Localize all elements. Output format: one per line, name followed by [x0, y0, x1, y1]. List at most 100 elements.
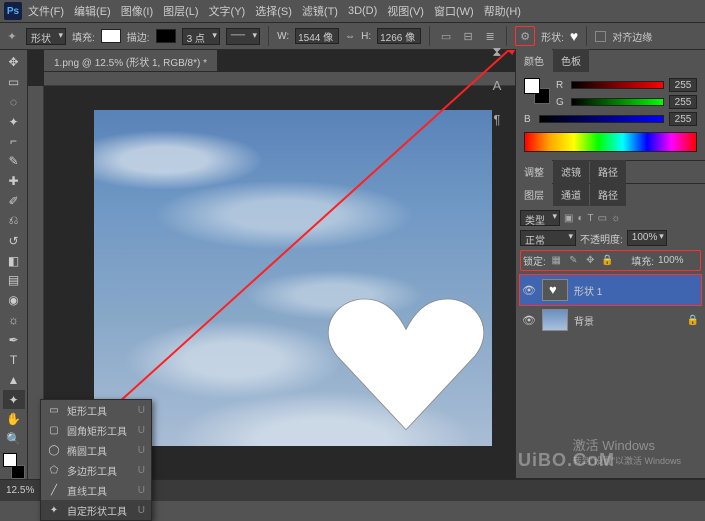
brush-tool[interactable]: ✐ — [3, 191, 25, 211]
dodge-tool[interactable]: ☼ — [3, 310, 25, 330]
fill-swatch[interactable] — [101, 29, 121, 43]
tab-libs[interactable]: 滤镜 — [553, 160, 589, 183]
height-input[interactable] — [377, 28, 421, 44]
layer-thumb[interactable] — [542, 279, 568, 301]
layer-shape1[interactable]: 👁 形状 1 — [520, 275, 701, 305]
lock-all-icon[interactable]: 🔒 — [601, 254, 614, 267]
menu-select[interactable]: 选择(S) — [255, 3, 292, 19]
align-icon[interactable]: ⊟ — [460, 28, 476, 44]
link-wh-icon[interactable]: ⇔ — [345, 31, 355, 42]
panels: 颜色 色板 R255 G255 B255 调整 滤镜 路径 图层 通道 路径 — [515, 50, 705, 479]
stroke-type-dropdown[interactable]: ── — [226, 28, 260, 45]
layer-thumb[interactable] — [542, 309, 568, 331]
blur-tool[interactable]: ◉ — [3, 290, 25, 310]
flyout-poly[interactable]: ⬠多边形工具U — [41, 460, 151, 480]
shape-tool[interactable]: ✦ — [3, 390, 25, 410]
zoom-value[interactable]: 12.5% — [6, 485, 34, 496]
para-panel-icon[interactable]: ¶ — [487, 112, 507, 132]
flyout-rect[interactable]: ▭矩形工具U — [41, 400, 151, 420]
tab-paths[interactable]: 路径 — [590, 160, 626, 183]
custom-shape-tool-icon: ✦ — [4, 28, 20, 44]
flyout-line[interactable]: ╱直线工具U — [41, 480, 151, 500]
menu-filter[interactable]: 滤镜(T) — [302, 3, 338, 19]
layer-kind-dropdown[interactable]: 类型 — [520, 210, 560, 226]
eraser-tool[interactable]: ◧ — [3, 251, 25, 271]
lock-paint-icon[interactable]: ✎ — [567, 254, 580, 267]
path-select-tool[interactable]: ▲ — [3, 370, 25, 390]
eye-icon[interactable]: 👁 — [522, 284, 536, 297]
panel-fgbg[interactable] — [524, 78, 550, 104]
mode-dropdown[interactable]: 形状 — [26, 28, 66, 45]
stroke-swatch[interactable] — [156, 29, 176, 43]
eyedropper-tool[interactable]: ✎ — [3, 151, 25, 171]
tab-layers[interactable]: 图层 — [516, 183, 552, 206]
canvas-image[interactable] — [94, 110, 492, 446]
tab-swatches[interactable]: 色板 — [553, 49, 589, 72]
flyout-rrect[interactable]: ▢圆角矩形工具U — [41, 420, 151, 440]
blend-mode-dropdown[interactable]: 正常 — [520, 230, 576, 246]
menu-window[interactable]: 窗口(W) — [434, 3, 474, 19]
g-value[interactable]: 255 — [669, 95, 697, 109]
crop-tool[interactable]: ⌐ — [3, 131, 25, 151]
lasso-tool[interactable]: ◌ — [3, 92, 25, 112]
tab-channels[interactable]: 通道 — [553, 183, 589, 206]
fill-label: 填充: — [631, 253, 654, 268]
menu-3d[interactable]: 3D(D) — [348, 5, 377, 17]
opacity-dropdown[interactable]: 100% — [627, 230, 667, 246]
g-label: G — [556, 97, 566, 108]
wand-tool[interactable]: ✦ — [3, 112, 25, 132]
menu-layer[interactable]: 图层(L) — [163, 3, 198, 19]
color-panel: 颜色 色板 R255 G255 B255 — [516, 50, 705, 161]
path-ops-icon[interactable]: ▭ — [438, 28, 454, 44]
ruler-horizontal — [44, 72, 515, 86]
color-picker[interactable] — [3, 453, 25, 479]
marquee-tool[interactable]: ▭ — [3, 72, 25, 92]
b-value[interactable]: 255 — [669, 112, 697, 126]
r-slider[interactable] — [571, 81, 664, 89]
b-slider[interactable] — [539, 115, 664, 123]
tab-color[interactable]: 颜色 — [516, 49, 552, 72]
layer-name: 背景 — [574, 313, 594, 328]
tab-adjust[interactable]: 调整 — [516, 160, 552, 183]
layer-name: 形状 1 — [574, 283, 602, 298]
stamp-tool[interactable]: ⎌ — [3, 211, 25, 231]
gradient-tool[interactable]: ▤ — [3, 270, 25, 290]
flyout-ellipse[interactable]: ◯椭圆工具U — [41, 440, 151, 460]
stroke-width-dropdown[interactable]: 3 点 — [182, 28, 220, 45]
menu-type[interactable]: 文字(Y) — [209, 3, 246, 19]
history-brush-tool[interactable]: ↺ — [3, 231, 25, 251]
arrange-icon[interactable]: ≣ — [482, 28, 498, 44]
layer-background[interactable]: 👁 背景 🔒 — [520, 305, 701, 335]
menu-file[interactable]: 文件(F) — [28, 3, 64, 19]
eye-icon[interactable]: 👁 — [522, 314, 536, 327]
color-spectrum[interactable] — [524, 132, 697, 152]
fill-dropdown[interactable]: 100% — [658, 255, 698, 266]
opacity-label: 不透明度: — [580, 231, 623, 246]
shape-picker-heart-icon[interactable]: ♥ — [570, 28, 578, 44]
type-tool[interactable]: T — [3, 350, 25, 370]
heart-shape[interactable] — [322, 290, 490, 438]
align-edges-checkbox[interactable] — [595, 31, 606, 42]
pen-tool[interactable]: ✒ — [3, 330, 25, 350]
tab-paths2[interactable]: 路径 — [590, 183, 626, 206]
history-panel-icon[interactable]: ⧗ — [487, 44, 507, 64]
zoom-tool[interactable]: 🔍 — [3, 429, 25, 449]
r-label: R — [556, 80, 566, 91]
r-value[interactable]: 255 — [669, 78, 697, 92]
hand-tool[interactable]: ✋ — [3, 409, 25, 429]
menu-view[interactable]: 视图(V) — [387, 3, 424, 19]
height-label: H: — [361, 31, 371, 42]
flyout-custom[interactable]: ✦自定形状工具U — [41, 500, 151, 520]
menu-image[interactable]: 图像(I) — [121, 3, 153, 19]
gear-icon[interactable]: ⚙ — [515, 26, 535, 46]
document-tab[interactable]: 1.png @ 12.5% (形状 1, RGB/8*) * — [44, 50, 217, 72]
g-slider[interactable] — [571, 98, 664, 106]
menu-edit[interactable]: 编辑(E) — [74, 3, 111, 19]
lock-pos-icon[interactable]: ✥ — [584, 254, 597, 267]
width-input[interactable] — [295, 28, 339, 44]
menu-help[interactable]: 帮助(H) — [484, 3, 521, 19]
lock-trans-icon[interactable]: ▦ — [550, 254, 563, 267]
heal-tool[interactable]: ✚ — [3, 171, 25, 191]
char-panel-icon[interactable]: A — [487, 78, 507, 98]
move-tool[interactable]: ✥ — [3, 52, 25, 72]
